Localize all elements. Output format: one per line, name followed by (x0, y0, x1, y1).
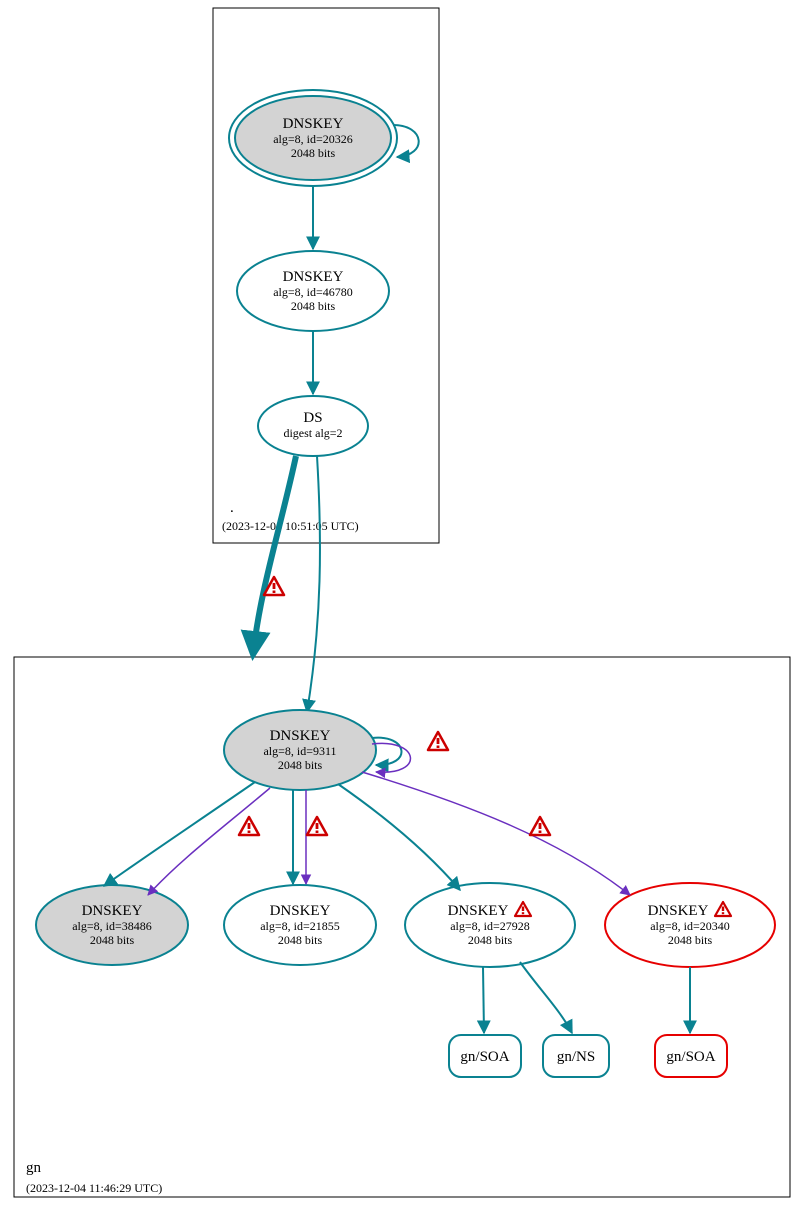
svg-text:gn/SOA: gn/SOA (460, 1049, 509, 1065)
node-gn-key-27928: DNSKEY alg=8, id=27928 2048 bits (405, 883, 575, 967)
svg-text:gn/NS: gn/NS (557, 1049, 595, 1065)
svg-text:alg=8, id=46780: alg=8, id=46780 (273, 285, 353, 299)
svg-text:alg=8, id=38486: alg=8, id=38486 (72, 919, 152, 933)
svg-text:2048 bits: 2048 bits (468, 933, 513, 947)
svg-text:DNSKEY: DNSKEY (283, 116, 344, 132)
node-rr-gn-soa-2: gn/SOA (655, 1035, 727, 1077)
node-root-ksk: DNSKEY alg=8, id=20326 2048 bits (229, 90, 397, 186)
svg-text:DNSKEY: DNSKEY (82, 903, 143, 919)
svg-text:alg=8, id=21855: alg=8, id=21855 (260, 919, 340, 933)
zone-label-gn: gn (26, 1160, 42, 1176)
svg-text:DNSKEY: DNSKEY (270, 903, 331, 919)
zone-label-root: . (230, 500, 234, 516)
svg-text:2048 bits: 2048 bits (278, 933, 323, 947)
warning-icon (530, 817, 550, 835)
warning-icon (428, 732, 448, 750)
node-rr-gn-soa-1: gn/SOA (449, 1035, 521, 1077)
edge-k3-rr2 (520, 962, 572, 1033)
svg-text:DS: DS (303, 410, 322, 426)
svg-text:alg=8, id=9311: alg=8, id=9311 (263, 744, 336, 758)
node-root-ds: DS digest alg=2 (258, 396, 368, 456)
svg-text:DNSKEY: DNSKEY (648, 903, 709, 919)
svg-text:DNSKEY: DNSKEY (270, 728, 331, 744)
svg-text:2048 bits: 2048 bits (291, 299, 336, 313)
svg-text:alg=8, id=20326: alg=8, id=20326 (273, 132, 353, 146)
zone-timestamp-gn: (2023-12-04 11:46:29 UTC) (26, 1181, 162, 1195)
svg-text:2048 bits: 2048 bits (278, 758, 323, 772)
edge-gn-ksk-k3-teal (338, 784, 460, 890)
edge-gn-ksk-k1-teal (104, 782, 255, 886)
node-root-zsk: DNSKEY alg=8, id=46780 2048 bits (237, 251, 389, 331)
svg-text:2048 bits: 2048 bits (668, 933, 713, 947)
svg-text:2048 bits: 2048 bits (291, 146, 336, 160)
node-gn-key-20340: DNSKEY alg=8, id=20340 2048 bits (605, 883, 775, 967)
node-rr-gn-ns: gn/NS (543, 1035, 609, 1077)
svg-text:DNSKEY: DNSKEY (448, 903, 509, 919)
edge-zone-root-to-gn (253, 456, 296, 655)
edge-k3-rr1 (483, 967, 484, 1033)
node-gn-ksk: DNSKEY alg=8, id=9311 2048 bits (224, 710, 376, 790)
warning-icon (307, 817, 327, 835)
svg-text:alg=8, id=20340: alg=8, id=20340 (650, 919, 730, 933)
svg-text:DNSKEY: DNSKEY (283, 269, 344, 285)
edge-ds-to-gn-ksk (307, 456, 320, 712)
svg-text:2048 bits: 2048 bits (90, 933, 135, 947)
warning-icon (239, 817, 259, 835)
svg-text:gn/SOA: gn/SOA (666, 1049, 715, 1065)
node-gn-key-21855: DNSKEY alg=8, id=21855 2048 bits (224, 885, 376, 965)
svg-text:alg=8, id=27928: alg=8, id=27928 (450, 919, 530, 933)
zone-timestamp-root: (2023-12-04 10:51:05 UTC) (222, 519, 359, 533)
svg-text:digest alg=2: digest alg=2 (283, 426, 342, 440)
node-gn-key-38486: DNSKEY alg=8, id=38486 2048 bits (36, 885, 188, 965)
edge-gn-ksk-self-purple (372, 743, 410, 772)
